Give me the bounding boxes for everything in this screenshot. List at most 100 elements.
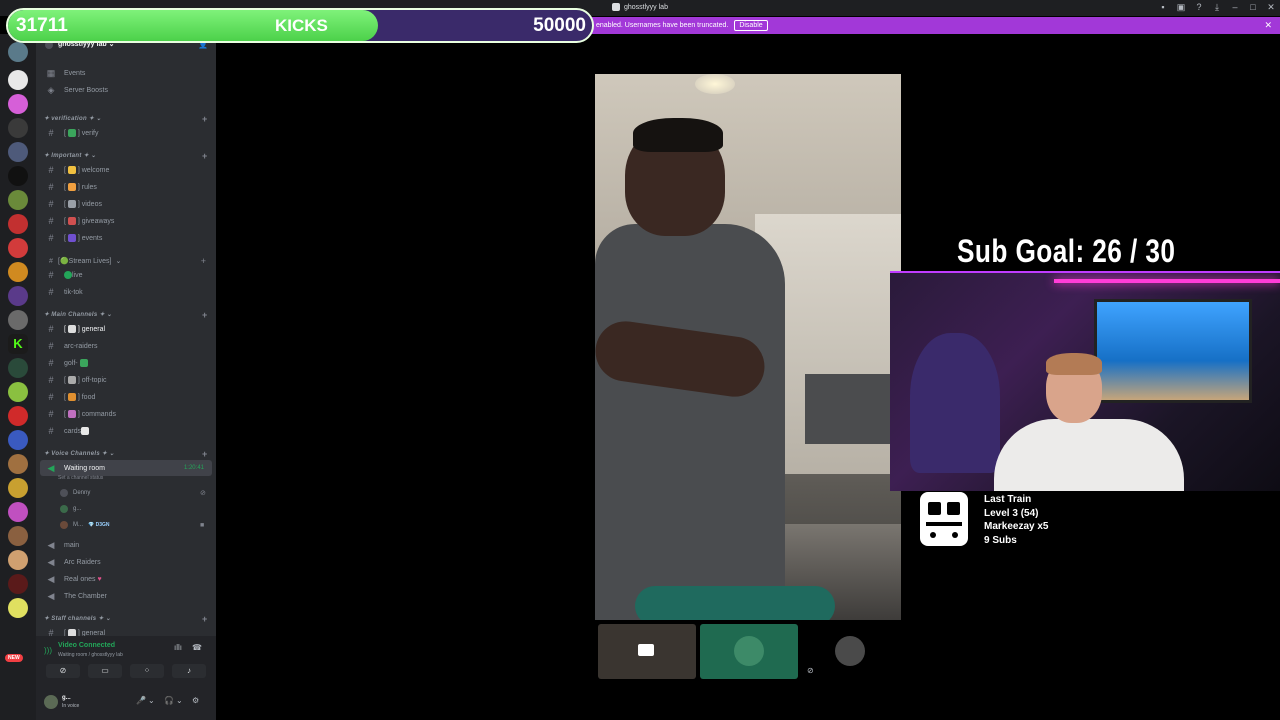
channel-status[interactable]: Set a channel status <box>58 475 103 481</box>
calendar-icon: ▦ <box>46 67 56 78</box>
category-main-channels[interactable]: ✦ Main Channels ✦ ⌄ + <box>44 310 207 320</box>
maximize-button[interactable]: □ <box>1248 2 1258 13</box>
server-icon[interactable] <box>8 382 28 402</box>
add-channel-icon[interactable]: + <box>201 256 206 266</box>
server-icon[interactable] <box>8 214 28 234</box>
channel-events[interactable]: # [ ] events <box>36 230 216 246</box>
disconnect-icon[interactable]: ☎ <box>192 643 202 652</box>
channel-general[interactable]: # [ ] general <box>36 321 216 337</box>
signal-icon[interactable]: ))) <box>44 646 52 655</box>
add-channel-icon[interactable]: + <box>202 310 208 320</box>
events-item[interactable]: ▦ Events <box>36 65 216 81</box>
channel-off-topic[interactable]: # [ ] off-topic <box>36 372 216 388</box>
train-level: Level 3 (54) <box>984 507 1039 519</box>
microphone-icon[interactable]: 🎤 <box>136 696 146 705</box>
category-verification[interactable]: ✦ verification ✦ ⌄ + <box>44 114 207 124</box>
server-icon[interactable] <box>8 430 28 450</box>
channel-arc-raiders[interactable]: # arc-raiders <box>36 338 216 354</box>
server-icon[interactable] <box>8 478 28 498</box>
channel-rules[interactable]: # [ ] rules <box>36 179 216 195</box>
inbox-icon[interactable]: ▣ <box>1176 2 1186 13</box>
scroll-emoji-icon <box>67 183 76 191</box>
main-video-stream[interactable] <box>595 74 901 620</box>
add-channel-icon[interactable]: + <box>202 114 208 124</box>
avatar[interactable] <box>44 695 58 709</box>
voice-waiting-room[interactable]: ◀ Waiting room 1:20:41 <box>40 460 212 476</box>
close-window-button[interactable]: ✕ <box>1266 2 1276 13</box>
voice-user[interactable]: M... 💎 D3GN ■ <box>60 521 204 529</box>
person-hair <box>633 118 723 152</box>
add-channel-icon[interactable]: + <box>202 449 208 459</box>
bookmark-icon[interactable]: ▪ <box>1158 2 1168 13</box>
headphones-icon[interactable]: 🎧 <box>164 696 174 705</box>
add-channel-icon[interactable]: + <box>202 614 208 624</box>
server-icon[interactable] <box>8 502 28 522</box>
category-important[interactable]: ✦ Important ✦ ⌄ + <box>44 151 207 161</box>
server-icon[interactable] <box>8 358 28 378</box>
server-icon[interactable] <box>8 310 28 330</box>
minimize-button[interactable]: – <box>1230 2 1240 13</box>
server-icon[interactable] <box>8 454 28 474</box>
category-label: ✦ Important ✦ <box>44 153 89 159</box>
channel-verify[interactable]: # [ ] verify <box>36 125 216 141</box>
channel-welcome[interactable]: # [ ] welcome <box>36 162 216 178</box>
channel-golf[interactable]: # golf- <box>36 355 216 371</box>
person-body <box>595 224 785 620</box>
neon-light <box>1054 279 1280 283</box>
channel-commands[interactable]: # [ ] commands <box>36 406 216 422</box>
channel-cards[interactable]: # cards <box>36 423 216 439</box>
server-icon[interactable] <box>8 598 28 618</box>
channel-giveaways[interactable]: # [ ] giveaways <box>36 213 216 229</box>
user-name[interactable]: g... <box>62 695 71 701</box>
channel-videos[interactable]: # [ ] videos <box>36 196 216 212</box>
category-staff-channels[interactable]: ✦ Staff channels ✦ ⌄ + <box>44 614 207 624</box>
voice-user[interactable]: Denny ⊘ <box>60 489 206 497</box>
server-icon[interactable] <box>8 118 28 138</box>
channel-live[interactable]: # live <box>36 267 216 283</box>
connection-location[interactable]: Waiting room / ghosstlyyy lab <box>58 652 123 658</box>
clan-badge: D3GN <box>95 522 110 528</box>
voice-arc-raiders[interactable]: ◀ Arc Raiders <box>36 554 216 570</box>
server-icon[interactable] <box>8 190 28 210</box>
disable-button[interactable]: Disable <box>734 20 768 31</box>
voice-main[interactable]: ◀ main <box>36 537 216 553</box>
noise-suppression-icon[interactable]: ıllı <box>174 643 182 652</box>
kicks-current: 31711 <box>16 15 68 36</box>
gear-icon[interactable]: ⚙ <box>192 696 199 705</box>
server-icon[interactable] <box>8 142 28 162</box>
server-icon[interactable] <box>8 526 28 546</box>
server-icon[interactable] <box>8 70 28 90</box>
channel-food[interactable]: # [ ] food <box>36 389 216 405</box>
category-voice-channels[interactable]: ✦ Voice Channels ✦ ⌄ + <box>44 449 207 459</box>
server-icon[interactable] <box>8 262 28 282</box>
add-channel-icon[interactable]: + <box>202 151 208 161</box>
voice-real-ones[interactable]: ◀ Real ones ♥ <box>36 571 216 587</box>
screen-share-button[interactable]: ▭ <box>88 664 122 678</box>
server-icon[interactable] <box>8 238 28 258</box>
activities-button[interactable]: ⁘ <box>130 664 164 678</box>
server-icon[interactable] <box>8 42 28 62</box>
soundboard-button[interactable]: ♪ <box>172 664 206 678</box>
camera-off-button[interactable]: ⊘ <box>46 664 80 678</box>
download-icon[interactable]: ⤓ <box>1212 2 1222 13</box>
channel-tik-tok[interactable]: # tik-tok <box>36 284 216 300</box>
voice-user[interactable]: g... <box>60 505 81 513</box>
participant-tile[interactable] <box>598 624 696 679</box>
server-icon[interactable] <box>8 286 28 306</box>
help-icon[interactable]: ? <box>1194 2 1204 13</box>
participant-tile[interactable]: ⊘ <box>801 624 899 679</box>
category-label: ✦ Voice Channels ✦ <box>44 451 108 457</box>
server-icon[interactable] <box>8 94 28 114</box>
kick-server-icon[interactable]: K <box>8 334 28 354</box>
server-boosts-item[interactable]: ◈ Server Boosts <box>36 82 216 98</box>
server-icon[interactable] <box>8 550 28 570</box>
chevron-down-icon[interactable]: ⌄ <box>148 696 155 705</box>
server-icon[interactable] <box>8 406 28 426</box>
server-icon[interactable] <box>8 574 28 594</box>
server-icon[interactable] <box>8 166 28 186</box>
participant-tile[interactable] <box>700 624 798 679</box>
notice-close-button[interactable]: ✕ <box>1264 20 1272 31</box>
channel-label: rules <box>81 183 97 191</box>
chevron-down-icon[interactable]: ⌄ <box>176 696 183 705</box>
voice-the-chamber[interactable]: ◀ The Chamber <box>36 588 216 604</box>
